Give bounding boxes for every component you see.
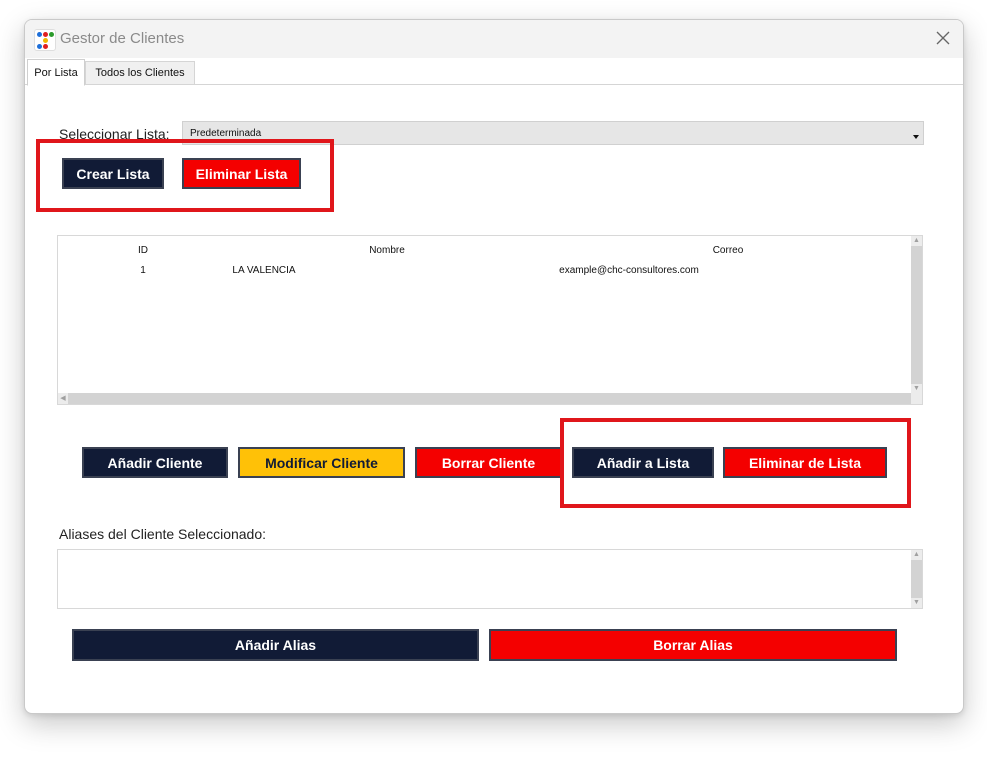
column-header-id[interactable]: ID <box>138 245 148 256</box>
scroll-up-icon[interactable]: ▲ <box>911 550 922 560</box>
scroll-down-icon[interactable]: ▼ <box>911 598 922 608</box>
tab-bar: Por Lista Todos los Clientes <box>25 58 963 86</box>
add-client-button[interactable]: Añadir Cliente <box>82 447 228 478</box>
app-dots-icon <box>34 29 56 51</box>
column-header-nombre[interactable]: Nombre <box>369 245 405 256</box>
table-horizontal-scrollbar[interactable]: ◀ <box>58 393 912 404</box>
table-cell-id[interactable]: 1 <box>140 265 146 276</box>
modify-client-button[interactable]: Modificar Cliente <box>238 447 405 478</box>
highlight-box-list-membership <box>560 418 911 508</box>
scrollbar-corner <box>911 393 922 404</box>
scroll-left-icon[interactable]: ◀ <box>58 393 68 404</box>
aliases-label: Aliases del Cliente Seleccionado: <box>59 526 267 542</box>
window-title: Gestor de Clientes <box>60 30 185 47</box>
tab-content: Seleccionar Lista: Predeterminada Crear … <box>25 85 963 713</box>
list-select-value: Predeterminada <box>190 128 262 139</box>
delete-alias-button[interactable]: Borrar Alias <box>489 629 897 661</box>
highlight-box-list-actions <box>36 139 334 212</box>
column-header-correo[interactable]: Correo <box>713 245 744 256</box>
app-window: Gestor de Clientes Por Lista Todos los C… <box>24 19 964 714</box>
aliases-vertical-scrollbar[interactable]: ▲ ▼ <box>911 550 922 608</box>
tab-por-lista[interactable]: Por Lista <box>27 59 85 86</box>
tab-todos-los-clientes[interactable]: Todos los Clientes <box>85 61 195 84</box>
title-bar: Gestor de Clientes <box>25 20 963 58</box>
scroll-up-icon[interactable]: ▲ <box>911 236 922 246</box>
table-vertical-scrollbar[interactable]: ▲ ▼ <box>911 236 922 394</box>
delete-client-button[interactable]: Borrar Cliente <box>415 447 562 478</box>
close-icon[interactable] <box>931 26 955 50</box>
chevron-down-icon <box>913 135 919 139</box>
aliases-list[interactable]: ▲ ▼ <box>57 549 923 609</box>
table-cell-nombre[interactable]: LA VALENCIA <box>232 265 295 276</box>
table-cell-correo[interactable]: example@chc-consultores.com <box>559 265 699 276</box>
add-alias-button[interactable]: Añadir Alias <box>72 629 479 661</box>
clients-table[interactable]: ID Nombre Correo 1 LA VALENCIA example@c… <box>57 235 923 405</box>
